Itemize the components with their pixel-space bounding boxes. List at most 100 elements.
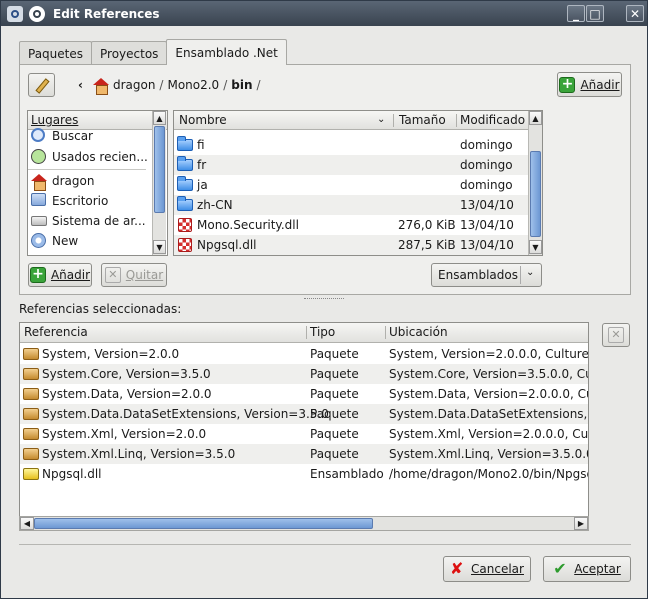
reference-row[interactable]: System, Version=2.0.0 Paquete System, Ve… — [20, 344, 588, 364]
file-row[interactable]: ja domingo — [174, 175, 542, 195]
places-scrollbar[interactable]: ▲ ▼ — [152, 111, 166, 255]
reference-row[interactable]: Npgsql.dll Ensamblado /home/dragon/Mono2… — [20, 464, 588, 484]
edit-path-button[interactable] — [28, 73, 55, 97]
column-modified[interactable]: Modificado — [460, 113, 525, 127]
file-modified: 13/04/10 — [460, 218, 514, 232]
column-reference[interactable]: Referencia — [24, 325, 88, 339]
home-icon — [31, 174, 47, 191]
cancel-button[interactable]: ✘ Cancelar — [443, 556, 531, 582]
sort-down-icon[interactable]: ⌄ — [377, 114, 385, 125]
close-button[interactable]: ✕ — [626, 5, 644, 22]
place-item[interactable]: Buscar — [28, 128, 167, 144]
file-list-scrollbar[interactable]: ▲ ▼ — [528, 111, 542, 255]
reference-type: Paquete — [310, 407, 359, 421]
file-modified: domingo — [460, 178, 513, 192]
reference-location: System.Xml, Version=2.0.0.0, Culture — [389, 427, 589, 441]
desktop-icon — [31, 193, 46, 206]
file-modified: domingo — [460, 158, 513, 172]
reference-type: Paquete — [310, 367, 359, 381]
place-label: dragon — [52, 174, 95, 188]
breadcrumb-item-dragon[interactable]: dragon — [113, 78, 155, 92]
scroll-down-arrow-icon[interactable]: ▼ — [529, 240, 542, 254]
scroll-right-arrow-icon[interactable]: ▶ — [574, 517, 588, 530]
file-size: 276,0 KiB — [398, 218, 456, 232]
package-icon — [23, 408, 39, 420]
file-name: Npgsql.dll — [197, 238, 257, 252]
checkmark-icon: ✔ — [553, 559, 567, 578]
file-row[interactable]: fi domingo — [174, 135, 542, 155]
minimize-button[interactable]: _ — [567, 5, 585, 22]
package-icon — [23, 348, 39, 360]
back-arrow-icon[interactable]: ‹ — [78, 78, 83, 92]
column-size[interactable]: Tamaño — [399, 113, 446, 127]
file-size: 287,5 KiB — [398, 238, 456, 252]
place-item[interactable]: New — [28, 231, 167, 251]
places-scroll-thumb[interactable] — [154, 126, 165, 213]
file-row[interactable]: zh-CN 13/04/10 — [174, 195, 542, 215]
references-hscrollbar[interactable]: ◀ ▶ — [19, 516, 589, 531]
file-list: Nombre ⌄ Tamaño Modificado fi domingo fr… — [173, 110, 543, 256]
breadcrumb: ‹ dragon / Mono2.0 / bin / — [78, 76, 261, 95]
column-type[interactable]: Tipo — [310, 325, 335, 339]
accept-label: Aceptar — [574, 562, 621, 576]
place-item[interactable]: Escritorio — [28, 191, 167, 211]
window-title: Edit References — [53, 6, 160, 21]
file-filter-dropdown[interactable]: Ensamblados ⌄ — [431, 263, 542, 287]
breadcrumb-item-mono[interactable]: Mono2.0 — [167, 78, 219, 92]
file-filter-value: Ensamblados — [438, 268, 518, 282]
scroll-up-arrow-icon[interactable]: ▲ — [153, 111, 166, 125]
package-icon — [23, 368, 39, 380]
remove-place-button[interactable]: ✕ Quitar — [101, 263, 167, 287]
reference-type: Paquete — [310, 347, 359, 361]
remove-reference-button[interactable]: ✕ — [602, 323, 630, 347]
tab-packages[interactable]: Paquetes — [19, 41, 92, 65]
tab-net-assembly[interactable]: Ensamblado .Net — [166, 39, 287, 65]
reference-location: System.Xml.Linq, Version=3.5.0.0, C — [389, 447, 589, 461]
reference-row[interactable]: System.Data.DataSetExtensions, Version=3… — [20, 404, 588, 424]
pane-resize-grip[interactable] — [304, 298, 344, 300]
reference-name: Npgsql.dll — [42, 467, 102, 481]
tab-projects[interactable]: Proyectos — [91, 41, 168, 65]
assembly-icon — [23, 468, 39, 480]
assembly-file-icon — [178, 238, 192, 252]
scroll-down-arrow-icon[interactable]: ▼ — [153, 240, 166, 254]
window-menu-icon[interactable] — [29, 5, 45, 22]
add-button[interactable]: + Añadir — [557, 72, 622, 97]
reference-name: System, Version=2.0.0 — [42, 347, 180, 361]
reference-row[interactable]: System.Data, Version=2.0.0 Paquete Syste… — [20, 384, 588, 404]
reference-name: System.Data, Version=2.0.0 — [42, 387, 212, 401]
file-modified: domingo — [460, 138, 513, 152]
package-icon — [23, 428, 39, 440]
file-name: fr — [197, 158, 207, 172]
file-list-scroll-thumb[interactable] — [530, 151, 541, 237]
file-name: fi — [197, 138, 205, 152]
references-scroll-thumb[interactable] — [34, 518, 373, 529]
add-place-button[interactable]: + Añadir — [28, 263, 92, 287]
scroll-left-arrow-icon[interactable]: ◀ — [20, 517, 34, 530]
place-item[interactable]: dragon — [28, 171, 167, 191]
cancel-label: Cancelar — [471, 562, 524, 576]
file-row[interactable]: Npgsql.dll 287,5 KiB 13/04/10 — [174, 235, 542, 255]
column-name[interactable]: Nombre — [179, 113, 227, 127]
reference-row[interactable]: System.Xml, Version=2.0.0 Paquete System… — [20, 424, 588, 444]
folder-icon — [177, 136, 193, 151]
breadcrumb-item-bin[interactable]: bin — [231, 78, 252, 92]
place-item[interactable]: Usados recien... — [28, 147, 167, 167]
scroll-up-arrow-icon[interactable]: ▲ — [529, 111, 542, 125]
reference-row[interactable]: System.Xml.Linq, Version=3.5.0 Paquete S… — [20, 444, 588, 464]
selected-references-list: Referencia Tipo Ubicación System, Versio… — [19, 322, 589, 517]
reference-name: System.Xml, Version=2.0.0 — [42, 427, 207, 441]
reference-location: System.Data, Version=2.0.0.0, Cultu — [389, 387, 589, 401]
file-row[interactable]: Mono.Security.dll 276,0 KiB 13/04/10 — [174, 215, 542, 235]
accept-button[interactable]: ✔ Aceptar — [543, 556, 631, 582]
column-location[interactable]: Ubicación — [389, 325, 448, 339]
reference-type: Paquete — [310, 387, 359, 401]
reference-row[interactable]: System.Core, Version=3.5.0 Paquete Syste… — [20, 364, 588, 384]
places-header-label: Lugares — [31, 113, 79, 127]
place-item[interactable]: Sistema de ar... — [28, 211, 167, 231]
reference-type: Paquete — [310, 427, 359, 441]
recent-icon — [31, 149, 46, 164]
maximize-button[interactable]: □ — [586, 5, 604, 22]
new-icon — [31, 233, 46, 248]
file-row[interactable]: fr domingo — [174, 155, 542, 175]
